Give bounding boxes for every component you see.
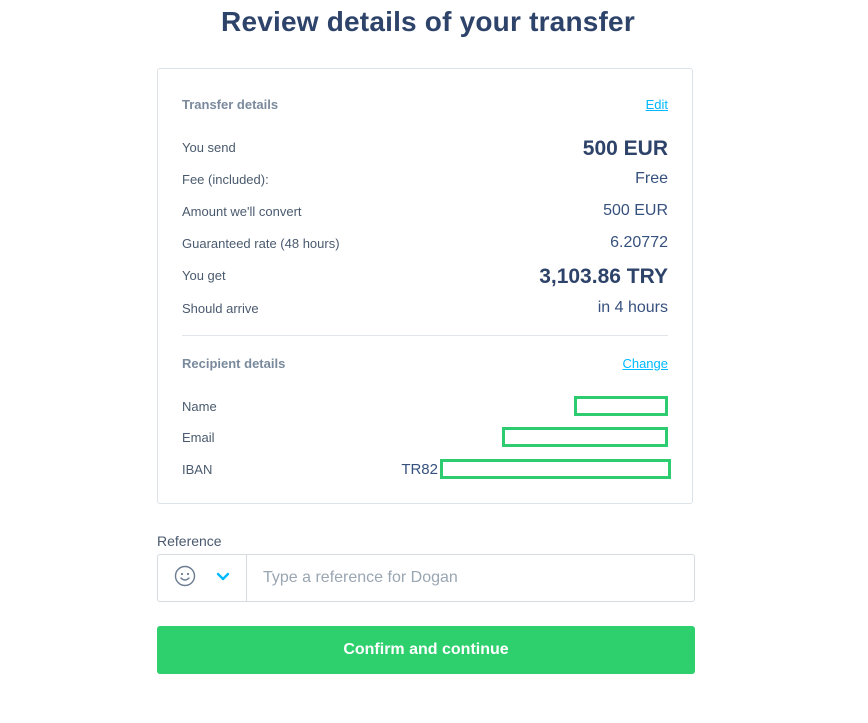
change-link[interactable]: Change bbox=[622, 356, 668, 371]
rate-value: 6.20772 bbox=[610, 234, 668, 251]
you-get-value: 3,103.86 TRY bbox=[539, 265, 668, 288]
row-recipient-iban: IBAN TR82 bbox=[182, 459, 671, 479]
row-recipient-email: Email bbox=[182, 427, 668, 447]
iban-value: TR82 bbox=[401, 459, 671, 479]
recipient-iban-label: IBAN bbox=[182, 461, 213, 477]
transfer-details-header: Transfer details Edit bbox=[182, 97, 668, 112]
smiley-icon bbox=[174, 565, 196, 592]
fee-value: Free bbox=[635, 170, 668, 187]
should-arrive-label: Should arrive bbox=[182, 300, 259, 316]
recipient-details-header: Recipient details Change bbox=[182, 356, 668, 371]
you-get-label: You get bbox=[182, 267, 226, 283]
recipient-email-redacted bbox=[502, 427, 668, 447]
chevron-down-icon bbox=[216, 569, 230, 587]
emoji-selector[interactable] bbox=[158, 555, 247, 601]
row-should-arrive: Should arrive in 4 hours bbox=[182, 299, 668, 317]
edit-link[interactable]: Edit bbox=[646, 97, 668, 112]
row-rate: Guaranteed rate (48 hours) 6.20772 bbox=[182, 234, 668, 252]
recipient-email-label: Email bbox=[182, 429, 215, 445]
recipient-details-title: Recipient details bbox=[182, 356, 286, 371]
should-arrive-value: in 4 hours bbox=[597, 299, 668, 316]
amount-convert-value: 500 EUR bbox=[603, 202, 668, 219]
recipient-name-redacted bbox=[574, 396, 668, 416]
confirm-and-continue-button[interactable]: Confirm and continue bbox=[157, 626, 695, 674]
iban-prefix: TR82 bbox=[401, 460, 438, 478]
you-send-value: 500 EUR bbox=[582, 137, 668, 160]
transfer-summary-card: Transfer details Edit You send 500 EUR F… bbox=[157, 68, 693, 504]
reference-label: Reference bbox=[157, 533, 222, 549]
row-fee: Fee (included): Free bbox=[182, 170, 668, 188]
iban-redacted bbox=[440, 459, 671, 479]
row-recipient-name: Name bbox=[182, 396, 668, 416]
section-divider bbox=[182, 335, 668, 336]
fee-label: Fee (included): bbox=[182, 171, 269, 187]
transfer-details-title: Transfer details bbox=[182, 97, 279, 112]
reference-field bbox=[157, 554, 695, 602]
reference-input[interactable] bbox=[247, 555, 694, 601]
row-you-send: You send 500 EUR bbox=[182, 137, 668, 161]
you-send-label: You send bbox=[182, 139, 236, 155]
row-amount-convert: Amount we'll convert 500 EUR bbox=[182, 202, 668, 220]
amount-convert-label: Amount we'll convert bbox=[182, 203, 302, 219]
rate-label: Guaranteed rate (48 hours) bbox=[182, 235, 340, 251]
page-title: Review details of your transfer bbox=[221, 6, 635, 37]
recipient-name-label: Name bbox=[182, 398, 217, 414]
row-you-get: You get 3,103.86 TRY bbox=[182, 265, 668, 289]
